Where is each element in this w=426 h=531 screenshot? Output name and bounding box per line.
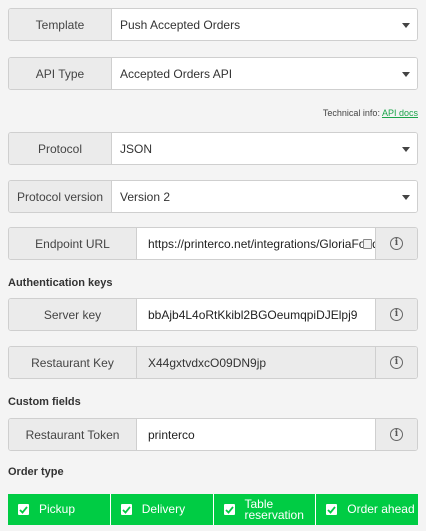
order-type-order-ahead[interactable]: Order ahead bbox=[316, 494, 418, 525]
restaurant-key-row: Restaurant Key X44gxtvdxcO09DN9jp i bbox=[8, 346, 418, 379]
restaurant-token-label: Restaurant Token bbox=[9, 419, 137, 450]
restaurant-key-info-button[interactable]: i bbox=[375, 347, 417, 378]
protocol-row: Protocol JSON bbox=[8, 132, 418, 165]
endpoint-info-button[interactable]: i bbox=[375, 228, 417, 259]
api-type-row: API Type Accepted Orders API bbox=[8, 57, 418, 90]
server-key-value: bbAjb4L4oRtKkibl2BGOeumqpiDJElpj9 bbox=[148, 307, 358, 322]
server-key-label: Server key bbox=[9, 299, 137, 330]
info-icon: i bbox=[390, 237, 403, 250]
api-type-label: API Type bbox=[9, 58, 112, 89]
auth-section-title: Authentication keys bbox=[8, 277, 113, 289]
technical-info: Technical info: API docs bbox=[323, 108, 418, 118]
restaurant-token-row: Restaurant Token printerco i bbox=[8, 418, 418, 451]
custom-section-title: Custom fields bbox=[8, 396, 81, 408]
order-type-group: Pickup Delivery Table reservation Order … bbox=[8, 494, 418, 525]
template-row: Template Push Accepted Orders bbox=[8, 8, 418, 41]
chevron-down-icon bbox=[402, 195, 410, 200]
key-icon bbox=[363, 239, 372, 249]
order-type-table-reservation[interactable]: Table reservation bbox=[213, 494, 317, 525]
info-icon: i bbox=[390, 356, 403, 369]
endpoint-input[interactable]: https://printerco.net/integrations/Glori… bbox=[137, 228, 375, 259]
api-type-value: Accepted Orders API bbox=[120, 66, 233, 81]
protocol-version-label: Protocol version bbox=[9, 181, 112, 212]
checkbox-checked-icon bbox=[18, 504, 29, 515]
restaurant-key-field: X44gxtvdxcO09DN9jp bbox=[137, 347, 375, 378]
info-icon: i bbox=[390, 308, 403, 321]
api-docs-link[interactable]: API docs bbox=[382, 108, 418, 118]
order-type-label: Pickup bbox=[39, 502, 76, 516]
chevron-down-icon bbox=[402, 23, 410, 28]
info-icon: i bbox=[390, 428, 403, 441]
order-type-label: Order ahead bbox=[347, 502, 415, 516]
endpoint-label: Endpoint URL bbox=[9, 228, 137, 259]
protocol-version-row: Protocol version Version 2 bbox=[8, 180, 418, 213]
restaurant-token-info-button[interactable]: i bbox=[375, 419, 417, 450]
checkbox-checked-icon bbox=[120, 504, 132, 515]
server-key-row: Server key bbAjb4L4oRtKkibl2BGOeumqpiDJE… bbox=[8, 298, 418, 331]
checkbox-checked-icon bbox=[223, 504, 235, 515]
chevron-down-icon bbox=[402, 147, 410, 152]
protocol-label: Protocol bbox=[9, 133, 112, 164]
endpoint-row: Endpoint URL https://printerco.net/integ… bbox=[8, 227, 418, 260]
order-type-label: Delivery bbox=[141, 502, 186, 516]
protocol-version-value: Version 2 bbox=[120, 189, 171, 204]
protocol-select[interactable]: JSON bbox=[112, 133, 417, 164]
chevron-down-icon bbox=[402, 72, 410, 77]
checkbox-checked-icon bbox=[326, 504, 338, 515]
restaurant-key-value: X44gxtvdxcO09DN9jp bbox=[148, 355, 267, 370]
order-type-label: Table reservation bbox=[244, 496, 304, 522]
protocol-version-select[interactable]: Version 2 bbox=[112, 181, 417, 212]
api-type-select[interactable]: Accepted Orders API bbox=[112, 58, 417, 89]
template-select[interactable]: Push Accepted Orders bbox=[112, 9, 417, 40]
order-type-delivery[interactable]: Delivery bbox=[110, 494, 214, 525]
order-type-pickup[interactable]: Pickup bbox=[8, 494, 111, 525]
restaurant-token-input[interactable]: printerco bbox=[137, 419, 375, 450]
endpoint-value: https://printerco.net/integrations/Glori… bbox=[148, 236, 375, 251]
technical-info-prefix: Technical info: bbox=[322, 108, 380, 118]
restaurant-key-label: Restaurant Key bbox=[9, 347, 137, 378]
server-key-info-button[interactable]: i bbox=[375, 299, 417, 330]
server-key-input[interactable]: bbAjb4L4oRtKkibl2BGOeumqpiDJElpj9 bbox=[137, 299, 375, 330]
protocol-value: JSON bbox=[120, 141, 153, 156]
template-label: Template bbox=[9, 9, 112, 40]
template-value: Push Accepted Orders bbox=[120, 17, 241, 32]
order-section-title: Order type bbox=[8, 466, 64, 478]
restaurant-token-value: printerco bbox=[148, 427, 195, 442]
